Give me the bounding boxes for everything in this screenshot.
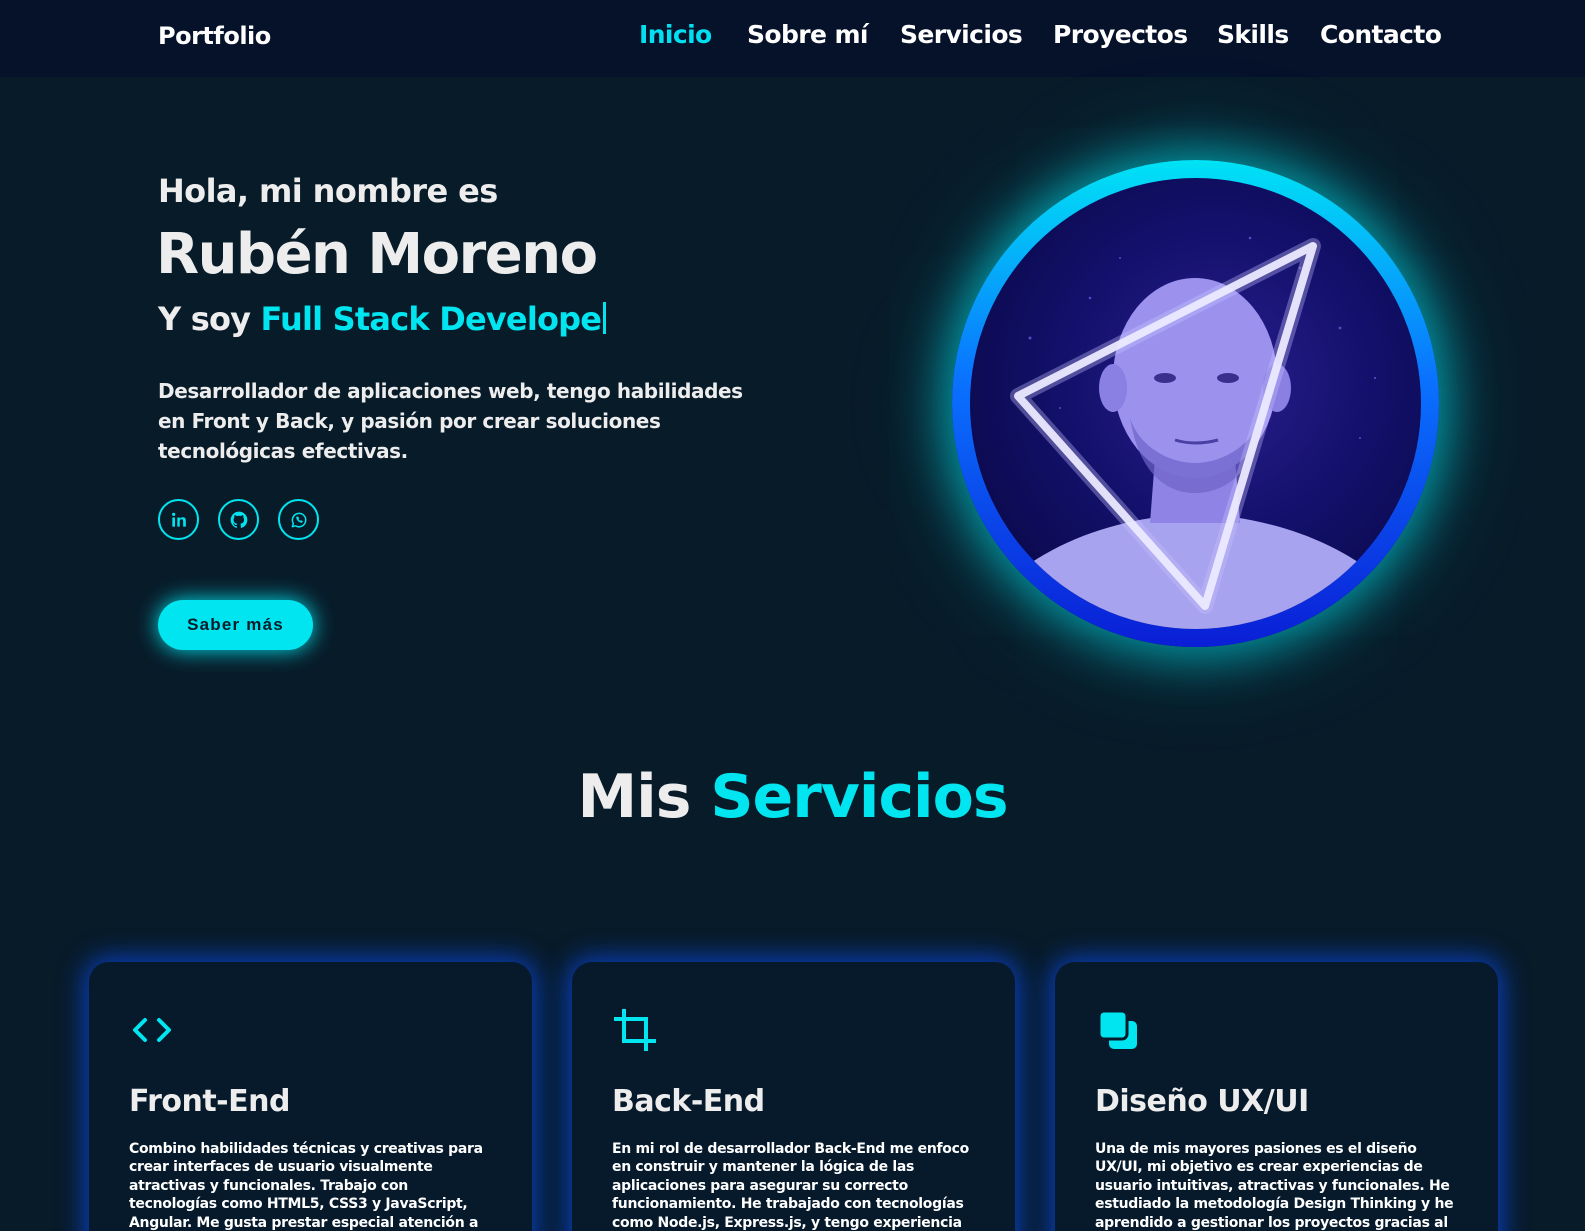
service-card-ux-ui: Diseño UX/UI Una de mis mayores pasiones…	[1055, 962, 1498, 1231]
layers-icon	[1095, 1007, 1141, 1053]
github-icon	[230, 511, 247, 528]
site-header: Portfolio Inicio Sobre mí Servicios Proy…	[0, 0, 1585, 77]
service-card-title: Back-End	[612, 1084, 765, 1119]
nav-link-inicio[interactable]: Inicio	[639, 20, 712, 49]
main-nav: Inicio Sobre mí Servicios Proyectos Skil…	[0, 20, 1585, 60]
nav-link-contacto[interactable]: Contacto	[1320, 20, 1442, 49]
code-icon	[129, 1007, 175, 1053]
crop-icon	[612, 1007, 658, 1053]
nav-link-servicios[interactable]: Servicios	[900, 20, 1023, 49]
profile-photo	[970, 178, 1421, 629]
hero-greeting: Hola, mi nombre es	[158, 172, 498, 210]
nav-link-proyectos[interactable]: Proyectos	[1053, 20, 1188, 49]
service-card-text: Una de mis mayores pasiones es el diseño…	[1095, 1141, 1454, 1231]
services-title: Mis Servicios	[0, 762, 1585, 832]
linkedin-icon	[171, 512, 186, 527]
profile-illustration	[970, 236, 1421, 629]
services-title-prefix: Mis	[577, 762, 711, 832]
services-title-accent: Servicios	[710, 762, 1008, 832]
whatsapp-link[interactable]	[278, 499, 319, 540]
typing-caret	[603, 302, 607, 334]
role-typed-text: Full Stack Develope	[260, 300, 602, 338]
role-prefix: Y soy	[158, 300, 261, 338]
nav-link-sobre-mi[interactable]: Sobre mí	[747, 20, 868, 49]
hero-description: Desarrollador de aplicaciones web, tengo…	[158, 379, 743, 463]
service-card-text: En mi rol de desarrollador Back-End me e…	[612, 1141, 969, 1231]
service-card-backend: Back-End En mi rol de desarrollador Back…	[572, 962, 1015, 1231]
saber-mas-button[interactable]: Saber más	[158, 600, 313, 650]
profile-image-frame	[952, 160, 1439, 647]
linkedin-link[interactable]	[158, 499, 199, 540]
github-link[interactable]	[218, 499, 259, 540]
nav-link-skills[interactable]: Skills	[1217, 20, 1289, 49]
service-card-title: Diseño UX/UI	[1095, 1084, 1309, 1119]
hero-name: Rubén Moreno	[156, 222, 598, 287]
hero-role: Y soy Full Stack Develope	[158, 300, 607, 338]
service-card-title: Front-End	[129, 1084, 290, 1119]
service-card-frontend: Front-End Combino habilidades técnicas y…	[89, 962, 532, 1231]
service-card-text: Combino habilidades técnicas y creativas…	[129, 1141, 483, 1231]
whatsapp-icon	[291, 512, 306, 527]
